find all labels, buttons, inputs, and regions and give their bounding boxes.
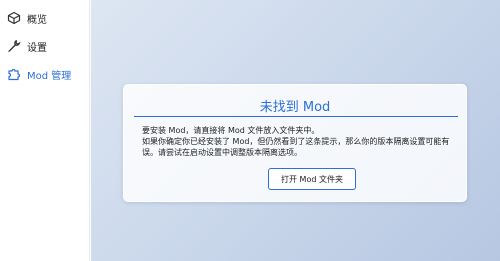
sidebar-item-label: Mod 管理 xyxy=(27,70,72,82)
card-message: 要安装 Mod，请直接将 Mod 文件放入文件夹中。 如果你确定你已经安装了 M… xyxy=(142,125,456,158)
sidebar-item-settings[interactable]: 设置 xyxy=(0,34,89,58)
open-mod-folder-button[interactable]: 打开 Mod 文件夹 xyxy=(268,168,356,190)
sidebar: 概览 设置 Mod 管理 xyxy=(0,0,90,261)
title-divider xyxy=(134,116,458,117)
main-content: 未找到 Mod 要安装 Mod，请直接将 Mod 文件放入文件夹中。 如果你确定… xyxy=(91,0,500,261)
sidebar-item-label: 概览 xyxy=(27,14,47,26)
sidebar-item-mod-manager[interactable]: Mod 管理 xyxy=(0,62,89,86)
cube-icon xyxy=(6,10,22,26)
puzzle-icon xyxy=(6,66,22,82)
card-title: 未找到 Mod xyxy=(259,100,331,115)
sidebar-item-overview[interactable]: 概览 xyxy=(0,6,89,30)
empty-state-card: 未找到 Mod 要安装 Mod，请直接将 Mod 文件放入文件夹中。 如果你确定… xyxy=(123,84,467,202)
wrench-icon xyxy=(6,38,22,54)
sidebar-item-label: 设置 xyxy=(27,42,47,54)
message-line: 如果你确定你已经安装了 Mod，但仍然看到了这条提示，那么你的版本隔离设置可能有… xyxy=(142,137,450,157)
message-line: 要安装 Mod，请直接将 Mod 文件放入文件夹中。 xyxy=(142,126,320,135)
